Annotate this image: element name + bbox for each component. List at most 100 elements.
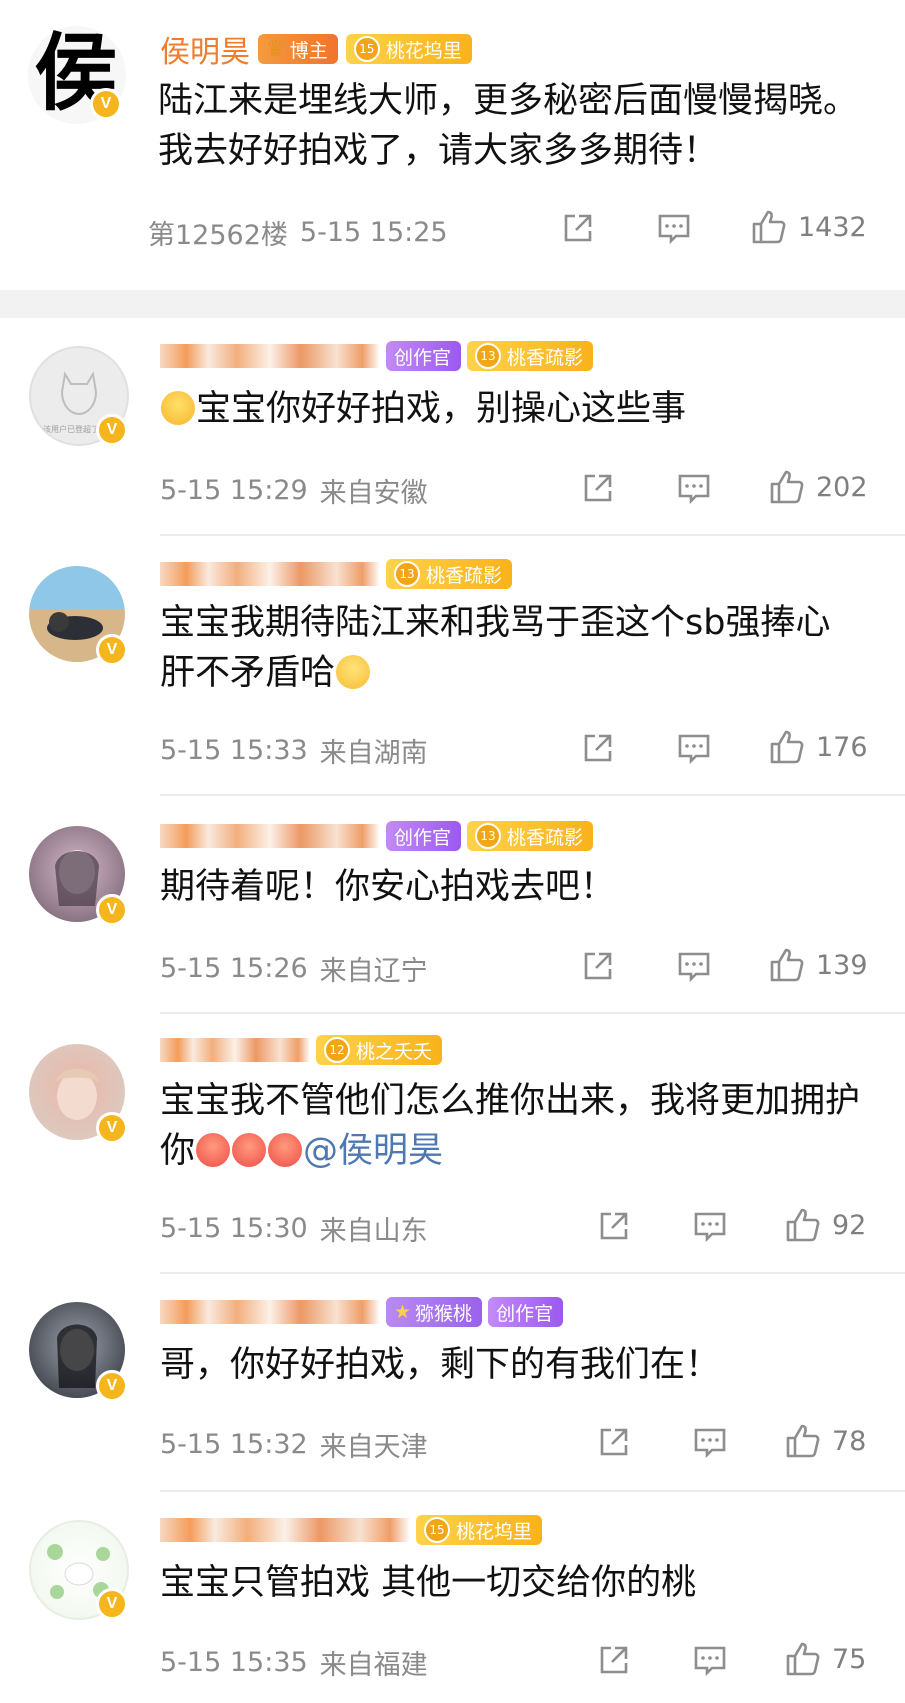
- blogger-label: 博主: [289, 39, 328, 62]
- like-button[interactable]: 176: [768, 728, 868, 766]
- comment-location: 来自湖南: [319, 737, 428, 769]
- repost-icon: [596, 1642, 632, 1678]
- fan-level-badge[interactable]: 13 桃香疏影: [467, 821, 594, 851]
- like-count: 202: [816, 471, 868, 503]
- comment-location: 来自山东: [319, 1215, 428, 1247]
- fan-level-badge[interactable]: 13 桃香疏影: [386, 559, 513, 589]
- thumbs-up-icon: [768, 946, 806, 984]
- level-number: 15: [424, 1517, 450, 1543]
- comment-icon: [692, 1642, 728, 1678]
- repost-button[interactable]: [560, 210, 596, 246]
- comment-button[interactable]: [692, 1642, 728, 1678]
- post-text: 陆江来是埋线大师，更多秘密后面慢慢揭晓。我去好好拍戏了，请大家多多期待！: [158, 81, 859, 171]
- comment-button[interactable]: [676, 948, 712, 984]
- like-button[interactable]: 1432: [750, 208, 867, 246]
- author-avatar[interactable]: 侯 V: [28, 24, 126, 124]
- comment-time: 5-15 15:30: [160, 1212, 308, 1244]
- username-obscured[interactable]: [160, 1518, 410, 1542]
- repost-button[interactable]: [596, 1424, 632, 1460]
- thumbs-up-icon: [784, 1206, 822, 1244]
- comment-location: 来自辽宁: [319, 955, 428, 987]
- fan-group-label: 桃花坞里: [385, 39, 462, 62]
- username-obscured[interactable]: [160, 824, 380, 848]
- like-count: 139: [816, 949, 868, 981]
- comment-meta: 5-15 15:30 来自山东: [160, 1208, 428, 1248]
- comment-button[interactable]: [656, 210, 692, 246]
- repost-icon: [580, 470, 616, 506]
- comment-item: V 13 桃香疏影 宝宝我期待陆江来和我骂于歪这个sb强捧心肝不矛盾哈 5-15…: [0, 536, 905, 796]
- crying-emoji-icon: [161, 391, 195, 425]
- kiss-emoji-icon: [336, 655, 371, 689]
- commenter-line: 创作官 13 桃香疏影: [160, 818, 594, 854]
- fan-level-badge[interactable]: 12 桃之夭夭: [316, 1035, 443, 1065]
- comment-text: 宝宝我不管他们怎么推你出来，我将更加拥护你 @侯明昊: [160, 1076, 860, 1176]
- repost-icon: [596, 1208, 632, 1244]
- comment-text: 期待着呢！你安心拍戏去吧！: [160, 867, 616, 907]
- repost-button[interactable]: [580, 470, 616, 506]
- verified-icon: V: [90, 88, 122, 120]
- thumbs-up-icon: [750, 208, 788, 246]
- like-count: 92: [832, 1209, 867, 1241]
- comment-text: 宝宝你好好拍戏，别操心这些事: [160, 384, 860, 434]
- comment-icon: [692, 1424, 728, 1460]
- comment-body: 宝宝我期待陆江来和我骂于歪这个sb强捧心肝不矛盾哈: [160, 603, 831, 693]
- crown-icon: ♛: [266, 36, 286, 62]
- username-obscured[interactable]: [160, 1038, 310, 1062]
- like-button[interactable]: 78: [784, 1422, 866, 1460]
- fan-group-label: 桃花坞里: [456, 1520, 533, 1543]
- username-obscured[interactable]: [160, 562, 380, 586]
- love-emoji-icon: [268, 1133, 303, 1167]
- floor-number: 第12562楼: [148, 219, 288, 251]
- repost-icon: [560, 210, 596, 246]
- author-line: 侯明昊 ♛ 博主 15 桃花坞里: [160, 32, 472, 70]
- username-obscured[interactable]: [160, 1300, 380, 1324]
- comment-time: 5-15 15:35: [160, 1646, 308, 1678]
- repost-button[interactable]: [580, 948, 616, 984]
- fan-group-label: 桃香疏影: [507, 826, 584, 849]
- thumbs-up-icon: [768, 728, 806, 766]
- commenter-line: 创作官 13 桃香疏影: [160, 338, 594, 374]
- love-emoji-icon: [232, 1133, 267, 1167]
- username-obscured[interactable]: [160, 344, 380, 368]
- thumbs-up-icon: [784, 1422, 822, 1460]
- fan-group-label: 桃香疏影: [507, 346, 584, 369]
- blogger-badge: ♛ 博主: [258, 34, 338, 64]
- fan-level-badge[interactable]: 13 桃香疏影: [467, 341, 594, 371]
- comment-meta: 5-15 15:35 来自福建: [160, 1642, 428, 1682]
- repost-button[interactable]: [580, 730, 616, 766]
- like-button[interactable]: 92: [784, 1206, 866, 1244]
- mention-link[interactable]: @侯明昊: [303, 1131, 443, 1171]
- comment-item: 该用户已登超了中指 V 创作官 13 桃香疏影 宝宝你好好拍戏，别操心这些事 5…: [0, 318, 905, 536]
- comment-meta: 5-15 15:29 来自安徽: [160, 470, 428, 510]
- repost-button[interactable]: [596, 1642, 632, 1678]
- comment-button[interactable]: [676, 730, 712, 766]
- like-count: 78: [832, 1425, 867, 1457]
- fan-level-badge[interactable]: 15 桃花坞里: [345, 34, 472, 64]
- commenter-line: 13 桃香疏影: [160, 556, 513, 592]
- creator-badge: 创作官: [488, 1297, 564, 1327]
- author-name[interactable]: 侯明昊: [160, 27, 250, 71]
- kiwi-label: 猕猴桃: [415, 1302, 473, 1325]
- like-button[interactable]: 75: [784, 1640, 866, 1678]
- like-button[interactable]: 202: [768, 468, 868, 506]
- commenter-line: 15 桃花坞里: [160, 1512, 543, 1548]
- level-number: 12: [324, 1037, 350, 1063]
- comment-button[interactable]: [692, 1208, 728, 1244]
- comment-body: 宝宝你好好拍戏，别操心这些事: [196, 389, 687, 429]
- comment-text: 宝宝我期待陆江来和我骂于歪这个sb强捧心肝不矛盾哈: [160, 598, 860, 698]
- comment-button[interactable]: [676, 470, 712, 506]
- comment-text: 哥，你好好拍戏，剩下的有我们在！: [160, 1345, 721, 1385]
- like-button[interactable]: 139: [768, 946, 868, 984]
- comment-icon: [676, 730, 712, 766]
- creator-badge: 创作官: [386, 821, 462, 851]
- commenter-line: 12 桃之夭夭: [160, 1032, 443, 1068]
- repost-button[interactable]: [596, 1208, 632, 1244]
- comment-body: 宝宝我不管他们怎么推你出来，我将更加拥护你: [160, 1081, 861, 1171]
- fan-level-badge[interactable]: 15 桃花坞里: [416, 1515, 543, 1545]
- star-icon: ★: [394, 1301, 412, 1323]
- comment-button[interactable]: [692, 1424, 728, 1460]
- verified-icon: V: [96, 894, 128, 926]
- section-divider: [0, 290, 905, 318]
- comment-meta: 5-15 15:32 来自天津: [160, 1424, 428, 1464]
- fan-group-label: 桃香疏影: [426, 564, 503, 587]
